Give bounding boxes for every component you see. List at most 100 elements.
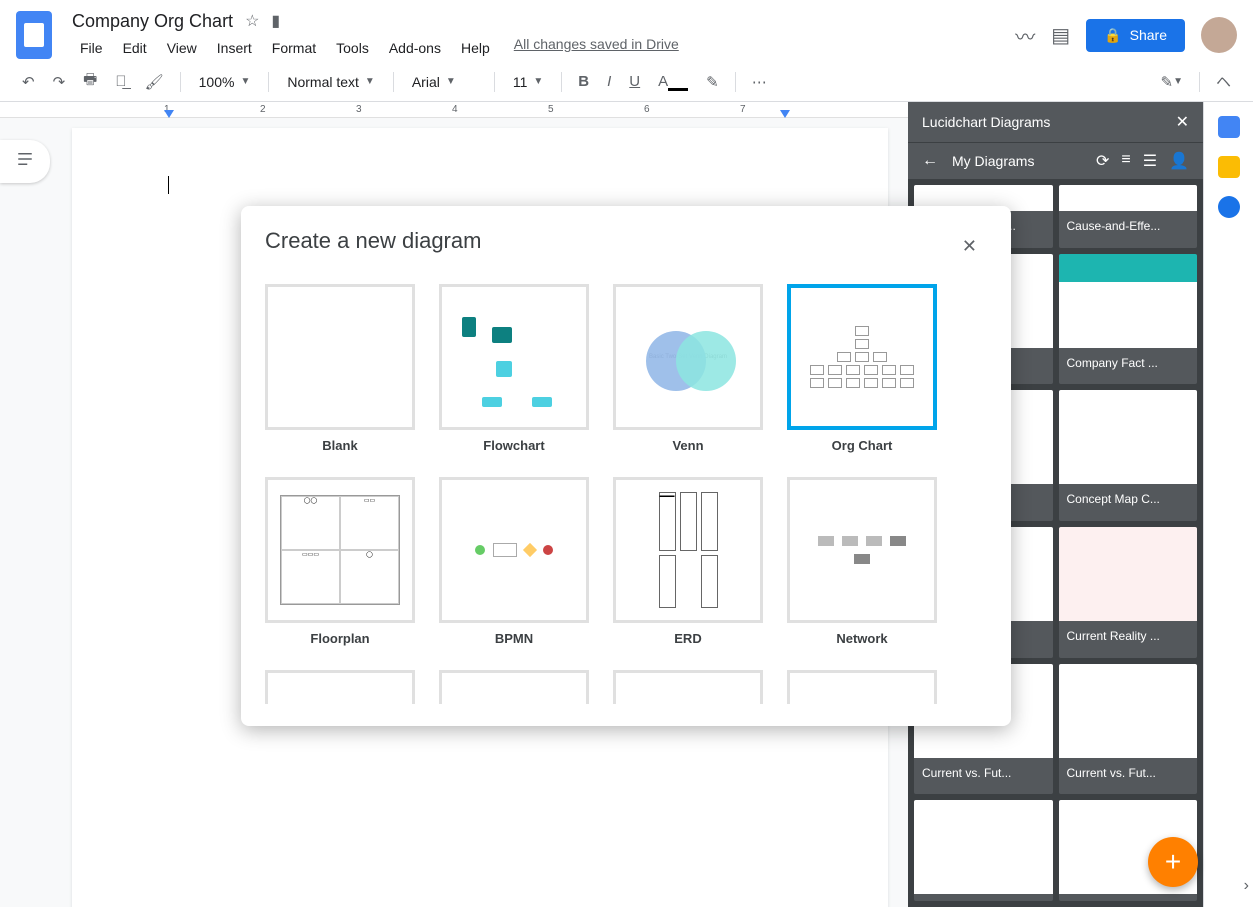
document-title[interactable]: Company Org Chart: [72, 11, 233, 32]
header-right: 〰 ▤ 🔒 Share: [1015, 17, 1237, 53]
share-label: Share: [1130, 27, 1167, 43]
font-size-select[interactable]: 11▼: [505, 70, 551, 94]
diagram-card[interactable]: [914, 800, 1053, 901]
diagram-card[interactable]: Current Reality ...: [1059, 527, 1198, 658]
save-status[interactable]: All changes saved in Drive: [514, 36, 679, 60]
user-avatar[interactable]: [1201, 17, 1237, 53]
tasks-icon[interactable]: [1218, 196, 1240, 218]
diagram-card[interactable]: Company Fact ...: [1059, 254, 1198, 385]
diagram-card[interactable]: Current vs. Fut...: [1059, 664, 1198, 795]
ruler-right-margin[interactable]: [780, 110, 790, 118]
title-area: Company Org Chart ☆ ▮ File Edit View Ins…: [72, 11, 1015, 60]
italic-button[interactable]: I: [601, 69, 617, 94]
list-view-icon[interactable]: ☰: [1143, 151, 1157, 171]
paint-format-button[interactable]: 🖌: [139, 69, 170, 95]
menu-view[interactable]: View: [159, 36, 205, 60]
menu-file[interactable]: File: [72, 36, 111, 60]
template-erd[interactable]: ▬▬▬ ERD: [613, 477, 763, 646]
sort-icon[interactable]: ≡: [1121, 151, 1130, 171]
template-more[interactable]: [613, 670, 763, 704]
editing-mode-button[interactable]: ✎ ▼: [1155, 69, 1189, 95]
chevron-down-icon: ▼: [533, 76, 543, 87]
keep-icon[interactable]: [1218, 156, 1240, 178]
menu-addons[interactable]: Add-ons: [381, 36, 449, 60]
back-icon[interactable]: ←: [922, 152, 938, 170]
docs-logo-icon[interactable]: [16, 11, 52, 59]
menu-format[interactable]: Format: [264, 36, 324, 60]
zoom-select[interactable]: 100%▼: [191, 70, 259, 94]
refresh-icon[interactable]: ⟳: [1096, 151, 1109, 171]
text-cursor: [168, 176, 169, 194]
divider: [180, 72, 181, 92]
undo-button[interactable]: ↶: [16, 69, 41, 95]
diagram-card[interactable]: Concept Map C...: [1059, 390, 1198, 521]
outline-icon: [16, 150, 34, 168]
title-row: Company Org Chart ☆ ▮: [72, 11, 1015, 32]
divider: [735, 72, 736, 92]
chevron-down-icon: ▼: [240, 76, 250, 87]
nav-right: ⟳ ≡ ☰ 👤: [1096, 151, 1189, 171]
redo-button[interactable]: ↷: [47, 69, 72, 95]
template-more[interactable]: [265, 670, 415, 704]
menu-tools[interactable]: Tools: [328, 36, 377, 60]
hide-menus-button[interactable]: ヘ: [1210, 67, 1237, 96]
print-button[interactable]: 🖶: [77, 65, 103, 98]
calendar-icon[interactable]: [1218, 116, 1240, 138]
template-bpmn[interactable]: BPMN: [439, 477, 589, 646]
menu-edit[interactable]: Edit: [115, 36, 155, 60]
ruler-tick: 5: [548, 104, 554, 115]
close-icon[interactable]: ✕: [1176, 112, 1189, 132]
template-venn[interactable]: Basic Two-Set Venn Diagram Venn: [613, 284, 763, 453]
move-folder-icon[interactable]: ▮: [271, 11, 280, 31]
activity-icon[interactable]: 〰: [1015, 21, 1035, 50]
modal-close-icon[interactable]: ✕: [962, 236, 977, 257]
outline-toggle-button[interactable]: [0, 140, 50, 183]
create-diagram-modal: Create a new diagram ✕ Blank Flowchart B…: [241, 206, 1011, 726]
sidebar-nav: ← My Diagrams ⟳ ≡ ☰ 👤: [908, 142, 1203, 179]
bold-button[interactable]: B: [572, 69, 595, 94]
template-org-chart[interactable]: Org Chart: [787, 284, 937, 453]
divider: [494, 72, 495, 92]
template-blank[interactable]: Blank: [265, 284, 415, 453]
chevron-down-icon: ▼: [446, 76, 456, 87]
template-network[interactable]: Network: [787, 477, 937, 646]
ruler-tick: 2: [260, 104, 266, 115]
app-header: Company Org Chart ☆ ▮ File Edit View Ins…: [0, 0, 1253, 62]
highlight-button[interactable]: ✎: [700, 69, 725, 95]
share-button[interactable]: 🔒 Share: [1086, 19, 1185, 52]
spellcheck-button[interactable]: Ａ̲: [109, 69, 132, 94]
divider: [268, 72, 269, 92]
new-diagram-fab[interactable]: +: [1148, 837, 1198, 887]
account-icon[interactable]: 👤: [1169, 151, 1189, 171]
template-flowchart[interactable]: Flowchart: [439, 284, 589, 453]
ruler-tick: 6: [644, 104, 650, 115]
more-button[interactable]: ⋯: [746, 69, 773, 95]
template-more[interactable]: [787, 670, 937, 704]
lock-icon: 🔒: [1104, 27, 1121, 44]
expand-rail-icon[interactable]: ›: [1244, 877, 1249, 895]
font-select[interactable]: Arial▼: [404, 70, 484, 94]
chevron-down-icon: ▼: [365, 76, 375, 87]
diagram-card[interactable]: Cause-and-Effe...: [1059, 185, 1198, 248]
my-diagrams-title: My Diagrams: [952, 153, 1082, 169]
menu-insert[interactable]: Insert: [209, 36, 260, 60]
ruler-tick: 4: [452, 104, 458, 115]
menu-help[interactable]: Help: [453, 36, 498, 60]
divider: [1199, 72, 1200, 92]
ruler[interactable]: 1 2 3 4 5 6 7: [0, 102, 908, 118]
template-more[interactable]: [439, 670, 589, 704]
right-rail: ›: [1203, 102, 1253, 907]
style-select[interactable]: Normal text▼: [279, 70, 382, 94]
ruler-tick: 7: [740, 104, 746, 115]
template-grid[interactable]: Blank Flowchart Basic Two-Set Venn Diagr…: [265, 284, 1001, 704]
sidebar-title: Lucidchart Diagrams: [922, 114, 1050, 130]
text-color-button[interactable]: A: [652, 69, 694, 94]
comments-icon[interactable]: ▤: [1051, 23, 1070, 48]
template-floorplan[interactable]: ◯◯▭▭▭▭▭◯ Floorplan: [265, 477, 415, 646]
ruler-tick: 3: [356, 104, 362, 115]
menu-bar: File Edit View Insert Format Tools Add-o…: [72, 36, 1015, 60]
divider: [561, 72, 562, 92]
star-icon[interactable]: ☆: [245, 11, 259, 31]
underline-button[interactable]: U: [623, 69, 646, 94]
toolbar: ↶ ↷ 🖶 Ａ̲ 🖌 100%▼ Normal text▼ Arial▼ 11▼…: [0, 62, 1253, 102]
